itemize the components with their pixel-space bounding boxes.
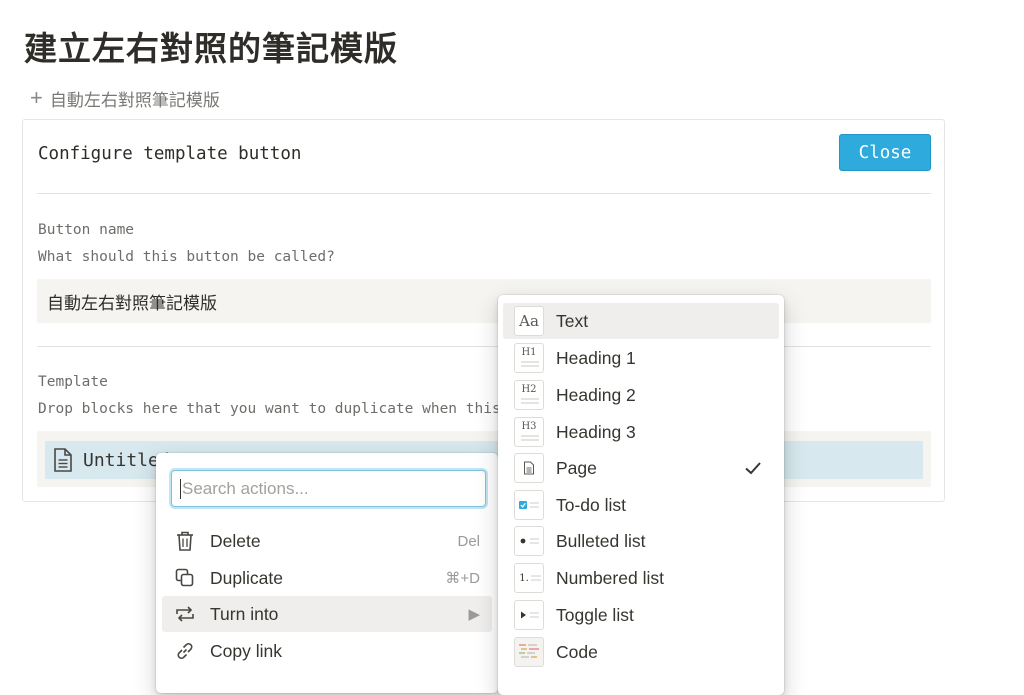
action-label: Copy link bbox=[210, 640, 282, 661]
turn-into-numbered-list[interactable]: 1. Numbered list bbox=[503, 560, 779, 596]
action-turn-into[interactable]: Turn into ▶ bbox=[162, 596, 492, 632]
search-actions-input[interactable] bbox=[180, 477, 485, 500]
numbered-icon: 1. bbox=[514, 563, 544, 593]
template-label: Template bbox=[38, 374, 108, 390]
page-icon bbox=[514, 453, 544, 483]
turn-into-label: Text bbox=[556, 310, 589, 331]
close-button[interactable]: Close bbox=[839, 134, 931, 171]
turn-into-menu: Aa Text H1 Heading 1 H2 Heading 2 H3 Hea… bbox=[498, 295, 784, 695]
duplicate-icon bbox=[174, 567, 196, 589]
action-delete[interactable]: Delete Del bbox=[162, 523, 492, 559]
turn-into-page[interactable]: Page bbox=[503, 450, 779, 486]
text-icon: Aa bbox=[514, 306, 544, 336]
template-button-label: 自動左右對照筆記模版 bbox=[49, 90, 220, 110]
button-name-label: Button name bbox=[38, 222, 135, 238]
turn-into-label: Bulleted list bbox=[556, 530, 646, 551]
turn-into-code[interactable]: Code bbox=[503, 634, 779, 670]
heading3-icon: H3 bbox=[514, 417, 544, 447]
action-copy-link[interactable]: Copy link bbox=[162, 633, 492, 669]
turn-into-icon bbox=[174, 603, 196, 625]
code-icon bbox=[514, 637, 544, 667]
action-duplicate[interactable]: Duplicate ⌘+D bbox=[162, 560, 492, 596]
toggle-icon bbox=[514, 600, 544, 630]
turn-into-label: Heading 3 bbox=[556, 421, 636, 442]
block-actions-menu: Delete Del Duplicate ⌘+D Turn into ▶ bbox=[156, 453, 498, 693]
button-name-input[interactable]: 自動左右對照筆記模版 bbox=[37, 279, 931, 323]
button-name-help: What should this button be called? bbox=[38, 249, 335, 265]
button-name-value: 自動左右對照筆記模版 bbox=[47, 293, 217, 313]
action-shortcut: Del bbox=[457, 532, 480, 550]
turn-into-label: Heading 2 bbox=[556, 384, 636, 405]
bullet-icon bbox=[514, 526, 544, 556]
checkmark-icon bbox=[745, 462, 761, 475]
heading1-icon: H1 bbox=[514, 343, 544, 373]
turn-into-label: Heading 1 bbox=[556, 347, 636, 368]
configure-template-panel: Configure template button Close Button n… bbox=[22, 119, 945, 502]
turn-into-label: To-do list bbox=[556, 494, 627, 515]
panel-title: Configure template button bbox=[38, 144, 302, 164]
turn-into-text[interactable]: Aa Text bbox=[503, 303, 779, 339]
turn-into-label: Code bbox=[556, 641, 598, 662]
action-label: Turn into bbox=[210, 603, 279, 624]
turn-into-label: Page bbox=[556, 457, 597, 478]
page-icon bbox=[54, 448, 72, 472]
heading2-icon: H2 bbox=[514, 380, 544, 410]
action-label: Duplicate bbox=[210, 567, 283, 588]
search-actions-box[interactable] bbox=[171, 470, 486, 507]
turn-into-toggle-list[interactable]: Toggle list bbox=[503, 597, 779, 633]
turn-into-heading-3[interactable]: H3 Heading 3 bbox=[503, 414, 779, 450]
template-button[interactable]: + 自動左右對照筆記模版 bbox=[30, 86, 220, 110]
turn-into-heading-1[interactable]: H1 Heading 1 bbox=[503, 340, 779, 376]
trash-icon bbox=[174, 530, 196, 552]
divider bbox=[37, 193, 931, 194]
divider bbox=[37, 346, 931, 347]
text-caret bbox=[180, 479, 181, 499]
turn-into-bulleted-list[interactable]: Bulleted list bbox=[503, 523, 779, 559]
turn-into-label: Toggle list bbox=[556, 604, 634, 625]
submenu-arrow-icon: ▶ bbox=[468, 606, 480, 623]
turn-into-heading-2[interactable]: H2 Heading 2 bbox=[503, 377, 779, 413]
page-title: 建立左右對照的筆記模版 bbox=[24, 30, 398, 67]
todo-icon bbox=[514, 490, 544, 520]
plus-icon: + bbox=[30, 85, 43, 110]
action-shortcut: ⌘+D bbox=[445, 570, 480, 587]
action-label: Delete bbox=[210, 530, 261, 551]
turn-into-label: Numbered list bbox=[556, 567, 664, 588]
link-icon bbox=[174, 640, 196, 662]
turn-into-todo-list[interactable]: To-do list bbox=[503, 487, 779, 523]
